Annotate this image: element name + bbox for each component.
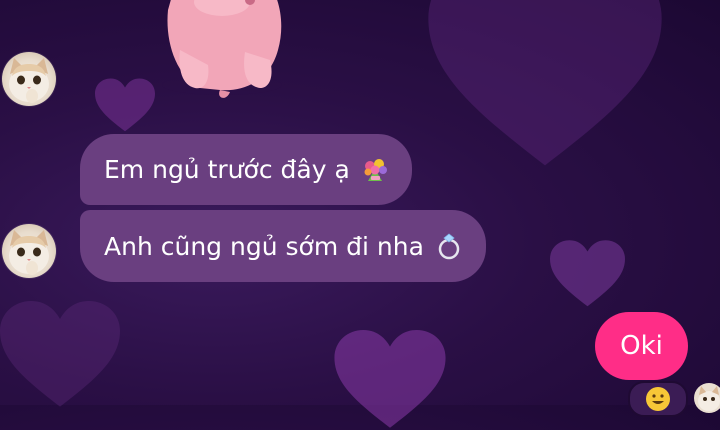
ring-icon [434,231,464,261]
message-text: Anh cũng ngủ sớm đi nha [104,231,424,261]
background-heart [550,240,625,308]
received-message[interactable]: Anh cũng ngủ sớm đi nha [80,210,486,282]
message-reaction[interactable] [628,381,688,417]
background-heart [420,0,670,170]
background-heart [0,300,120,410]
grinning-face-icon [646,387,670,411]
bouquet-icon [360,155,390,185]
pink-cat-sticker[interactable] [150,0,295,108]
message-text: Oki [620,331,663,361]
background-heart [95,78,155,133]
contact-avatar[interactable] [2,52,56,106]
background-heart [330,330,450,430]
self-avatar[interactable] [694,383,720,413]
contact-avatar[interactable] [2,224,56,278]
message-text: Em ngủ trước đây ạ [104,155,350,184]
received-message[interactable]: Em ngủ trước đây ạ [80,134,412,205]
sent-message[interactable]: Oki [595,312,688,380]
